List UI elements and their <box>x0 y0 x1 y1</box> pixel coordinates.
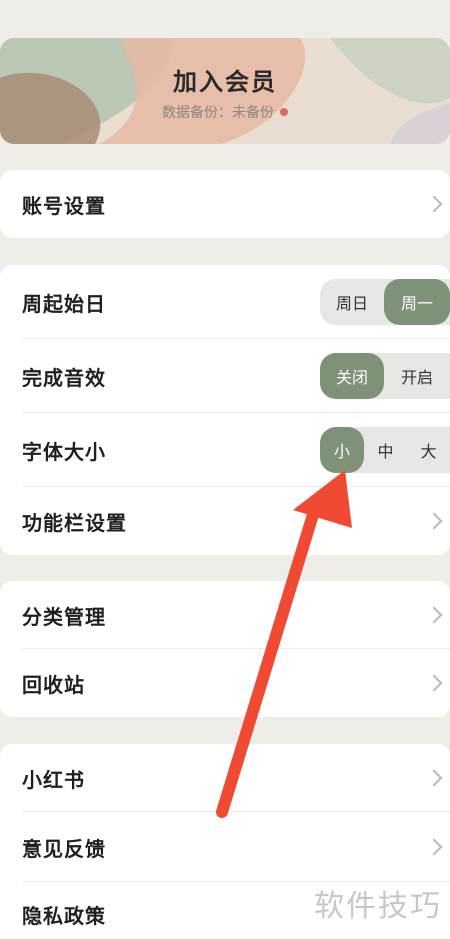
recycle-bin-label: 回收站 <box>22 672 85 697</box>
chevron-right-icon <box>425 195 443 213</box>
privacy-policy-label: 隐私政策 <box>22 904 106 928</box>
member-title: 加入会员 <box>173 68 277 96</box>
toolbar-settings-row[interactable]: 功能栏设置 <box>0 487 450 555</box>
font-size-option-large[interactable]: 大 <box>407 427 450 473</box>
category-management-label: 分类管理 <box>22 604 106 629</box>
font-size-option-medium[interactable]: 中 <box>364 427 407 473</box>
completion-sound-option-off[interactable]: 关闭 <box>320 353 384 399</box>
toolbar-settings-label: 功能栏设置 <box>22 510 127 535</box>
account-section: 账号设置 <box>0 170 450 238</box>
account-settings-label: 账号设置 <box>22 193 106 218</box>
completion-sound-segmented-control[interactable]: 关闭 开启 <box>320 353 450 399</box>
week-start-segmented-control[interactable]: 周日 周一 <box>320 279 450 325</box>
font-size-segmented-control[interactable]: 小 中 大 <box>320 427 450 473</box>
week-start-option-sunday[interactable]: 周日 <box>320 279 384 325</box>
recycle-bin-row[interactable]: 回收站 <box>0 649 450 717</box>
week-start-row: 周起始日 周日 周一 <box>0 265 450 339</box>
completion-sound-row: 完成音效 关闭 开启 <box>0 339 450 413</box>
chevron-right-icon <box>425 512 443 530</box>
member-card[interactable]: 加入会员 数据备份：未备份 <box>0 38 450 144</box>
xiaohongshu-label: 小红书 <box>22 767 85 792</box>
chevron-right-icon <box>425 674 443 692</box>
font-size-option-small[interactable]: 小 <box>320 427 364 473</box>
feedback-label: 意见反馈 <box>22 836 106 861</box>
watermark: 软件技巧 <box>314 889 442 924</box>
week-start-label: 周起始日 <box>22 291 106 316</box>
feedback-row[interactable]: 意见反馈 <box>0 812 450 882</box>
chevron-right-icon <box>425 769 443 787</box>
backup-warning-dot <box>280 108 288 116</box>
preferences-section: 周起始日 周日 周一 完成音效 关闭 开启 字体大小 小 中 大 功能栏设置 <box>0 265 450 555</box>
chevron-right-icon <box>425 838 443 856</box>
completion-sound-label: 完成音效 <box>22 365 106 390</box>
font-size-row: 字体大小 小 中 大 <box>0 413 450 487</box>
backup-status-text: 数据备份：未备份 <box>162 105 274 121</box>
font-size-label: 字体大小 <box>22 439 106 464</box>
week-start-option-monday[interactable]: 周一 <box>384 279 450 325</box>
chevron-right-icon <box>425 606 443 624</box>
account-settings-row[interactable]: 账号设置 <box>0 170 450 238</box>
category-management-row[interactable]: 分类管理 <box>0 581 450 649</box>
completion-sound-option-on[interactable]: 开启 <box>384 353 450 399</box>
data-management-section: 分类管理 回收站 <box>0 581 450 717</box>
xiaohongshu-row[interactable]: 小红书 <box>0 744 450 812</box>
backup-status: 数据备份：未备份 <box>0 102 450 122</box>
